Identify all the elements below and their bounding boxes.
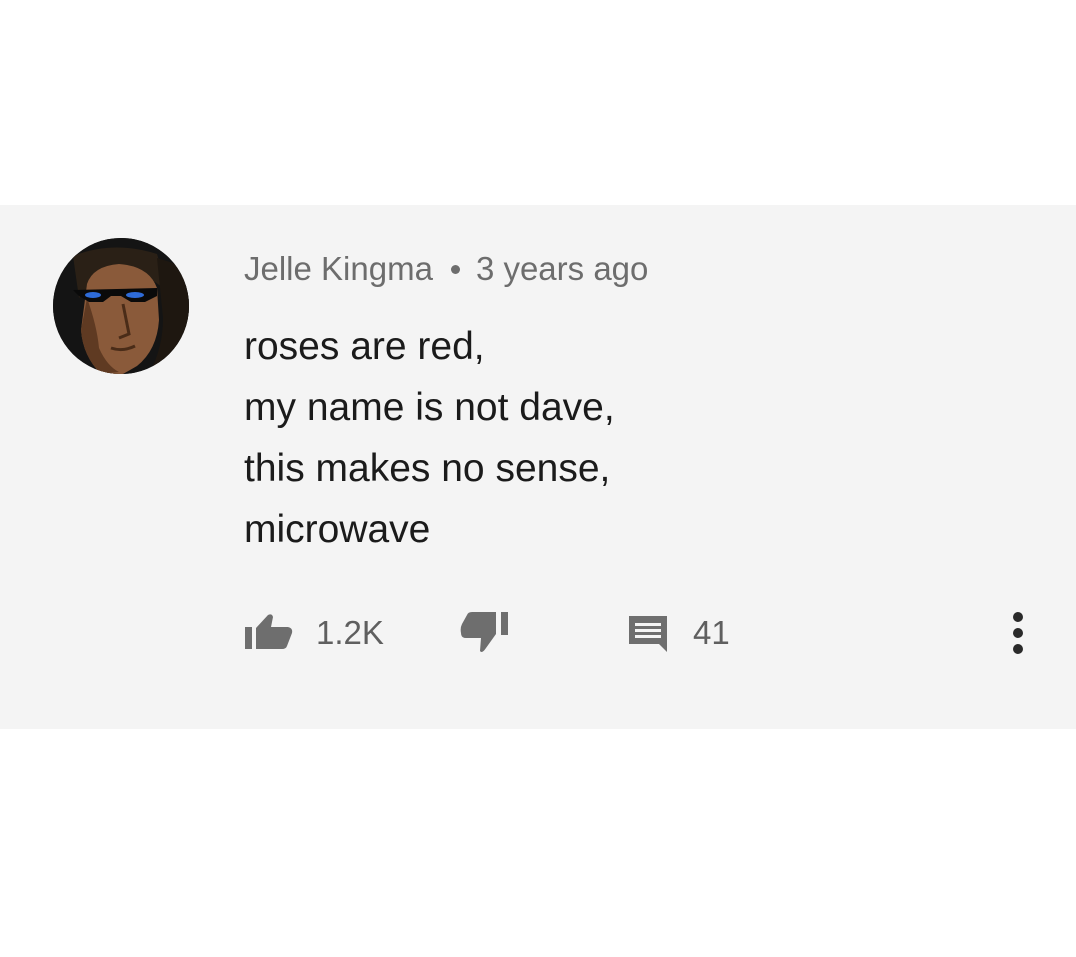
dot-separator-icon: [450, 264, 460, 274]
comment-card: Jelle Kingma 3 years ago roses are red, …: [0, 205, 1076, 729]
comment-icon: [629, 616, 667, 652]
dislike-button[interactable]: [459, 603, 511, 663]
author-name[interactable]: Jelle Kingma: [244, 250, 433, 288]
comment-actions: 1.2K 41: [0, 603, 1076, 663]
comment-line: this makes no sense,: [244, 447, 611, 490]
more-vertical-icon: [1013, 612, 1023, 654]
thumbs-up-icon: [245, 614, 293, 649]
avatar[interactable]: [53, 238, 189, 374]
comment-line: microwave: [244, 508, 431, 551]
page: Jelle Kingma 3 years ago roses are red, …: [0, 0, 1076, 957]
more-options-button[interactable]: [1003, 603, 1033, 663]
reply-count: 41: [693, 614, 730, 651]
comment-meta: Jelle Kingma 3 years ago: [244, 249, 648, 289]
avatar-image: [53, 238, 189, 374]
like-count: 1.2K: [316, 614, 384, 651]
comment-line: my name is not dave,: [244, 386, 615, 429]
comment-timestamp[interactable]: 3 years ago: [476, 250, 648, 288]
reply-button[interactable]: 41: [625, 603, 730, 663]
comment-line: roses are red,: [244, 325, 485, 368]
comment-text: roses are red, my name is not dave, this…: [244, 316, 964, 560]
like-button[interactable]: 1.2K: [244, 603, 384, 663]
thumbs-down-icon: [460, 612, 508, 652]
